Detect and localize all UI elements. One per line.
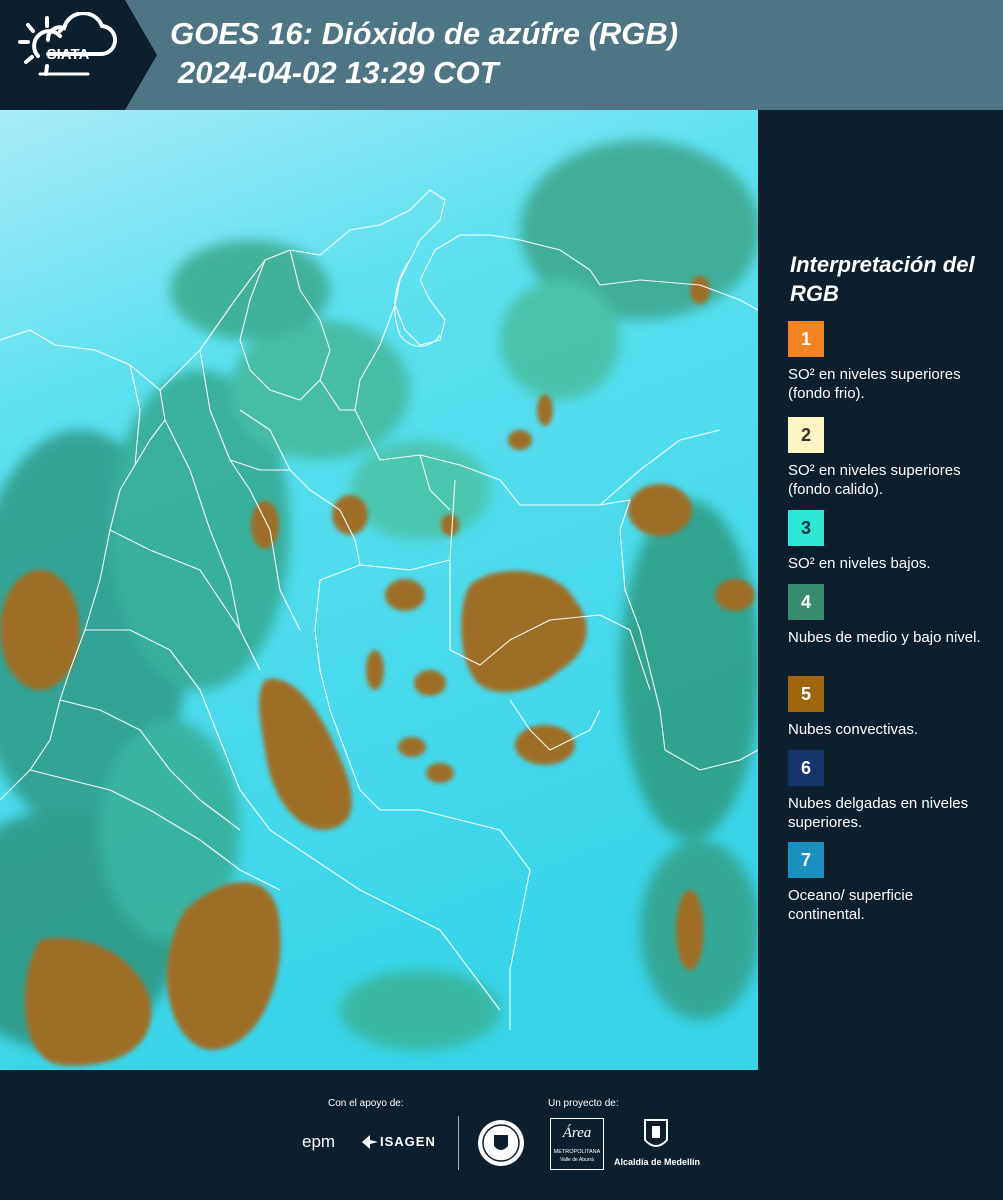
isagen-mark-icon xyxy=(362,1135,378,1149)
legend-label: SO² en niveles bajos. xyxy=(788,555,931,572)
legend-swatch: 4 xyxy=(788,584,824,620)
legend-item-7: 7 Oceano/ superficie continental. xyxy=(788,842,988,924)
area-logo-sub2: Valle de Aburrá xyxy=(560,1157,594,1163)
project-label: Un proyecto de: xyxy=(548,1098,619,1109)
legend-item-3: 3 SO² en niveles bajos. xyxy=(788,510,988,573)
legend-item-1: 1 SO² en niveles superiores (fondo frio)… xyxy=(788,321,988,403)
legend-swatch: 2 xyxy=(788,417,824,453)
alcaldia-logo-text: Alcaldía de Medellín xyxy=(613,1157,701,1167)
satellite-map xyxy=(0,110,758,1070)
isagen-logo-text: ISAGEN xyxy=(380,1134,436,1149)
epm-logo: epm xyxy=(302,1132,336,1151)
legend-item-4: 4 Nubes de medio y bajo nivel. xyxy=(788,584,988,647)
legend-swatch: 1 xyxy=(788,321,824,357)
legend-item-2: 2 SO² en niveles superiores (fondo calid… xyxy=(788,417,988,515)
legend-label: Oceano/ superficie continental. xyxy=(788,887,914,923)
legend-title: Interpretación del RGB xyxy=(790,252,975,306)
legend-swatch: 5 xyxy=(788,676,824,712)
medellin-seal xyxy=(476,1118,526,1173)
timestamp-title: 2024-04-02 13:29 COT xyxy=(178,55,499,90)
legend-swatch: 7 xyxy=(788,842,824,878)
legend-item-6: 6 Nubes delgadas en niveles superiores. xyxy=(788,750,988,832)
legend-item-5: 5 Nubes convectivas. xyxy=(788,676,988,739)
legend-label: Nubes convectivas. xyxy=(788,721,919,738)
legend-panel: Interpretación del RGB 1 SO² en niveles … xyxy=(758,110,1003,1070)
legend-swatch: 3 xyxy=(788,510,824,546)
isagen-logo: ISAGEN xyxy=(360,1133,435,1156)
legend-label: Nubes delgadas en niveles superiores. xyxy=(788,795,969,831)
area-logo-title: Área xyxy=(562,1125,592,1141)
legend-swatch: 6 xyxy=(788,750,824,786)
legend-label: Nubes de medio y bajo nivel. xyxy=(788,629,981,646)
siata-logo: SIATA xyxy=(0,0,157,110)
svg-text:SIATA: SIATA xyxy=(47,46,90,63)
page-title: GOES 16: Dióxido de azúfre (RGB) xyxy=(170,16,679,51)
support-label: Con el apoyo de: xyxy=(328,1098,404,1109)
footer-divider xyxy=(458,1116,459,1170)
legend-label: SO² en niveles superiores (fondo frio). xyxy=(788,366,961,402)
coat-of-arms-icon xyxy=(644,1119,668,1147)
header-bar: SIATA GOES 16: Dióxido de azúfre (RGB) 2… xyxy=(0,0,1003,110)
legend-label: SO² en niveles superiores (fondo calido)… xyxy=(788,462,961,498)
area-logo-sub: METROPOLITANA xyxy=(553,1149,601,1155)
area-metropolitana-logo: Área METROPOLITANA Valle de Aburrá xyxy=(550,1118,604,1170)
footer: Con el apoyo de: Un proyecto de: epm ISA… xyxy=(0,1070,1003,1200)
